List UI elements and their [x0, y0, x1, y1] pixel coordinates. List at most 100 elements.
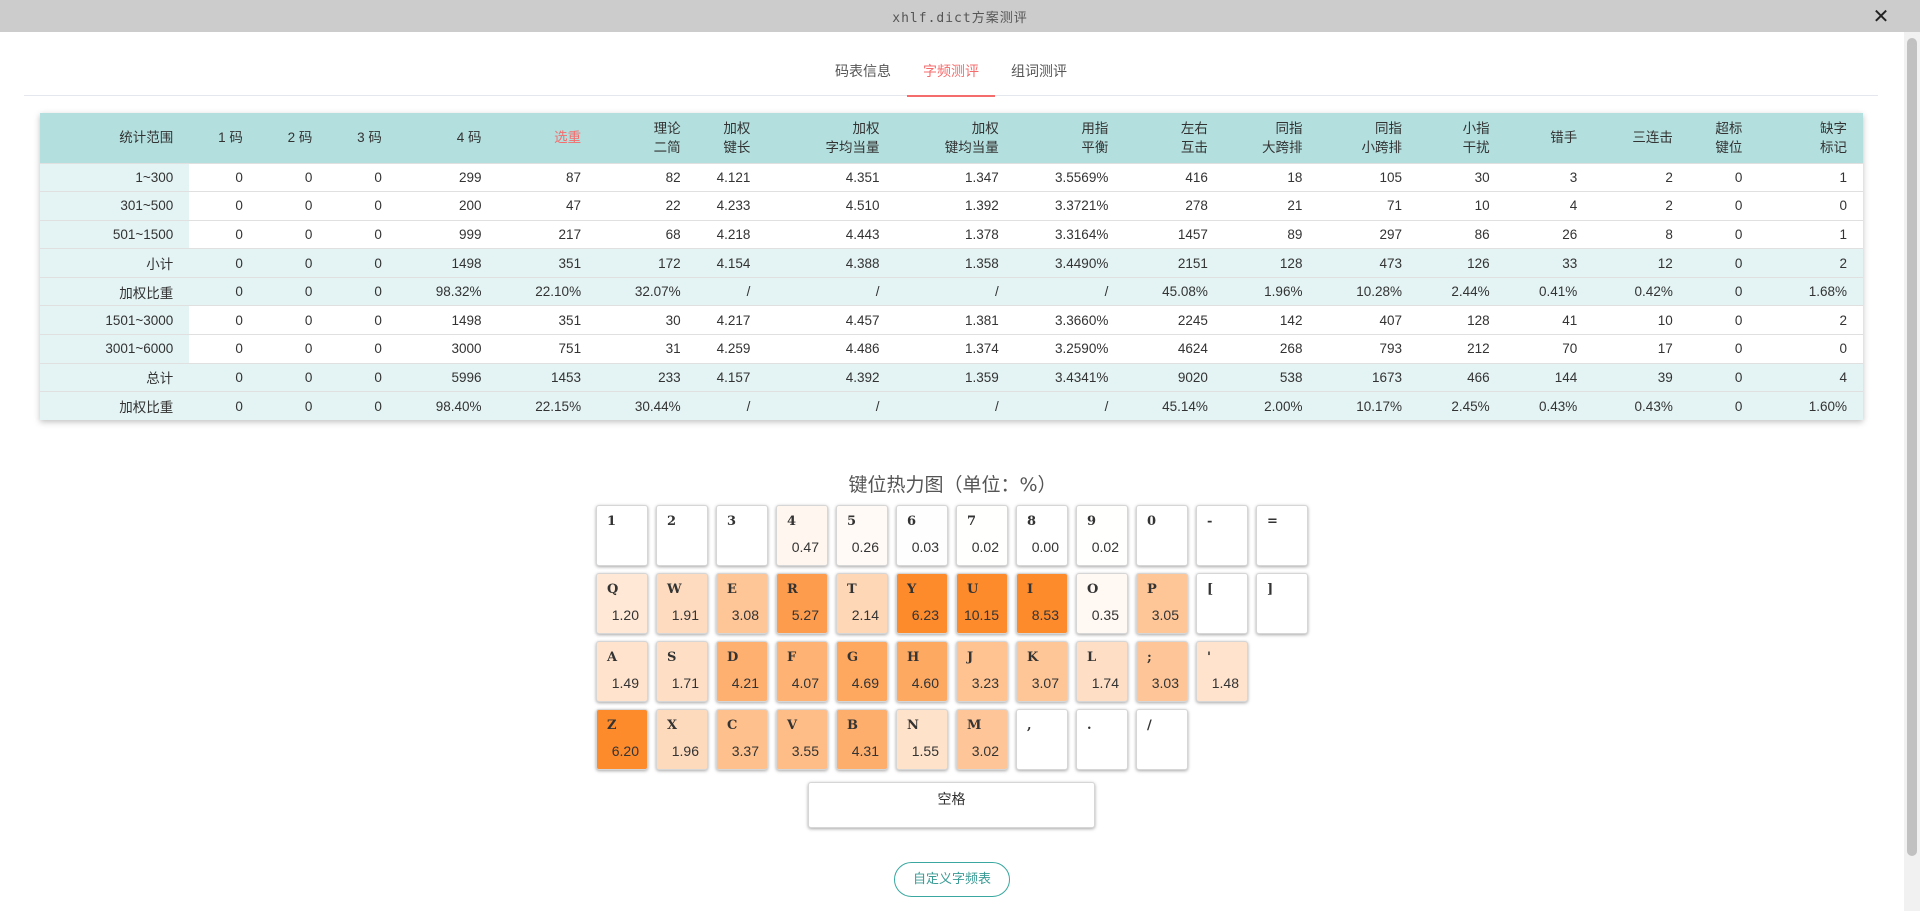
- key[interactable]: H 4.60: [896, 641, 948, 702]
- key[interactable]: P 3.05: [1136, 573, 1188, 634]
- key[interactable]: 2: [656, 505, 708, 566]
- table-cell: 33: [1505, 248, 1594, 278]
- key[interactable]: 1: [596, 505, 648, 566]
- key[interactable]: T 2.14: [836, 573, 888, 634]
- key[interactable]: I 8.53: [1016, 573, 1068, 634]
- table-cell: 0: [258, 162, 329, 192]
- tab-code-table-info[interactable]: 码表信息: [819, 52, 907, 96]
- key[interactable]: 4 0.47: [776, 505, 828, 566]
- column-header: 2 码: [258, 113, 329, 163]
- key[interactable]: V 3.55: [776, 709, 828, 770]
- key[interactable]: 7 0.02: [956, 505, 1008, 566]
- key[interactable]: /: [1136, 709, 1188, 770]
- custom-freq-table-button[interactable]: 自定义字频表: [894, 862, 1010, 897]
- key[interactable]: Y 6.23: [896, 573, 948, 634]
- table-cell: 105: [1318, 162, 1419, 192]
- table-cell: 0: [1688, 219, 1759, 249]
- key-label: R: [787, 582, 798, 597]
- table-cell: 0: [258, 391, 329, 421]
- tab-char-freq-eval[interactable]: 字频测评: [907, 52, 995, 97]
- table-cell: 0: [258, 334, 329, 364]
- column-header-line: 加权: [852, 120, 880, 136]
- table-cell: 126: [1418, 248, 1506, 278]
- key[interactable]: K 3.07: [1016, 641, 1068, 702]
- table-cell: 233: [597, 362, 697, 392]
- key-label: Z: [607, 718, 617, 733]
- space-key[interactable]: 空格: [808, 782, 1095, 828]
- column-header: 3 码: [328, 113, 398, 163]
- table-row: 加权比重 0 0 0 98.40% 22.15% 30.44% / / //45.14% 2.00%…: [40, 391, 1863, 421]
- key[interactable]: 8 0.00: [1016, 505, 1068, 566]
- table-cell: 2: [1593, 162, 1689, 192]
- key[interactable]: =: [1256, 505, 1308, 566]
- close-icon[interactable]: ✕: [1870, 5, 1892, 27]
- scrollbar-thumb[interactable]: [1907, 38, 1917, 856]
- key[interactable]: C 3.37: [716, 709, 768, 770]
- key-label: B: [847, 718, 858, 733]
- table-cell: 2.44%: [1418, 276, 1506, 306]
- key[interactable]: S 1.71: [656, 641, 708, 702]
- key[interactable]: ]: [1256, 573, 1308, 634]
- column-header: 左右 互击: [1124, 113, 1224, 163]
- column-header: 三连击: [1593, 113, 1689, 163]
- table-cell: 68: [597, 219, 697, 249]
- table-cell: 98.40%: [397, 391, 498, 421]
- window-title: xhlf.dict方案测评: [892, 10, 1028, 26]
- table-row: 总计 0 0 0 5996 1453 233 4.157 4.392 1.359 3.4341% 90…: [40, 362, 1863, 392]
- key-label: G: [847, 650, 859, 665]
- key-label: -: [1207, 514, 1213, 529]
- key[interactable]: 0: [1136, 505, 1188, 566]
- key[interactable]: J 3.23: [956, 641, 1008, 702]
- key[interactable]: G 4.69: [836, 641, 888, 702]
- key[interactable]: X 1.96: [656, 709, 708, 770]
- key[interactable]: 9 0.02: [1076, 505, 1128, 566]
- table-cell: 0: [258, 191, 329, 221]
- table-cell: 1: [1758, 162, 1863, 192]
- key-label: ;: [1147, 650, 1152, 665]
- table-cell: 0: [328, 362, 398, 392]
- table-cell: 0: [328, 248, 398, 278]
- key[interactable]: M 3.02: [956, 709, 1008, 770]
- key-label: 6: [907, 514, 917, 529]
- tab-word-eval[interactable]: 组词测评: [995, 52, 1083, 96]
- key[interactable]: N 1.55: [896, 709, 948, 770]
- key-value: 1.55: [911, 743, 939, 759]
- row-label: 3001~6000: [40, 334, 190, 364]
- key-label: Q: [607, 582, 619, 597]
- key[interactable]: 6 0.03: [896, 505, 948, 566]
- table-cell: 4.154: [696, 248, 767, 278]
- key[interactable]: B 4.31: [836, 709, 888, 770]
- key[interactable]: Z 6.20: [596, 709, 648, 770]
- key[interactable]: W 1.91: [656, 573, 708, 634]
- table-cell: 1457: [1124, 219, 1224, 249]
- key-label: H: [907, 650, 920, 665]
- key[interactable]: .: [1076, 709, 1128, 770]
- key[interactable]: R 5.27: [776, 573, 828, 634]
- key[interactable]: Q 1.20: [596, 573, 648, 634]
- key[interactable]: L 1.74: [1076, 641, 1128, 702]
- key[interactable]: D 4.21: [716, 641, 768, 702]
- key[interactable]: -: [1196, 505, 1248, 566]
- key[interactable]: U 10.15: [956, 573, 1008, 634]
- key[interactable]: A 1.49: [596, 641, 648, 702]
- key-label: 3: [727, 514, 737, 529]
- key[interactable]: [: [1196, 573, 1248, 634]
- key[interactable]: 5 0.26: [836, 505, 888, 566]
- key[interactable]: ,: [1016, 709, 1068, 770]
- table-cell: 21: [1223, 191, 1319, 221]
- column-header-line: 干扰: [1462, 139, 1490, 155]
- table-cell: 4.351: [766, 162, 896, 192]
- table-cell: 45.08%: [1124, 276, 1224, 306]
- key-label: L: [1087, 650, 1097, 665]
- key[interactable]: ' 1.48: [1196, 641, 1248, 702]
- key[interactable]: O 0.35: [1076, 573, 1128, 634]
- key[interactable]: E 3.08: [716, 573, 768, 634]
- key[interactable]: ; 3.03: [1136, 641, 1188, 702]
- table-cell: 200: [397, 191, 498, 221]
- column-header-line: 键均当量: [944, 139, 999, 155]
- column-header: 加权 键长: [696, 113, 767, 163]
- column-header-line: 键位: [1715, 139, 1743, 155]
- key[interactable]: 3: [716, 505, 768, 566]
- key[interactable]: F 4.07: [776, 641, 828, 702]
- key-label: P: [1147, 582, 1157, 597]
